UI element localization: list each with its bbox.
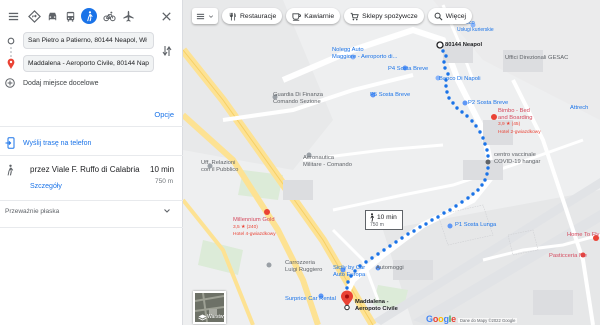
send-to-phone-label: Wyślij trasę na telefon (23, 139, 92, 147)
list-icon (196, 13, 205, 19)
car-icon[interactable] (45, 9, 59, 23)
add-destination-button[interactable]: Dodaj miejsce docelowe (5, 78, 98, 88)
walking-icon (7, 164, 14, 176)
poi-label[interactable]: P1 Sosta Lunga (455, 222, 496, 229)
directions-panel: San Pietro a Patierno, 80144 Neapol, Wł … (0, 0, 183, 325)
search-icon (434, 12, 443, 20)
transit-icon[interactable] (63, 9, 77, 23)
poi-label[interactable]: Aeronautica Militare - Comando (303, 155, 352, 168)
layers-icon (198, 314, 207, 321)
poi-label[interactable]: centro vaccinale COVID-19 hangar (494, 152, 540, 165)
swap-icon[interactable] (161, 44, 173, 58)
poi-label[interactable]: Automoggi (376, 265, 404, 272)
close-icon[interactable] (159, 9, 173, 23)
route-time: 10 min (150, 165, 175, 174)
more-chip[interactable]: Więcej (427, 8, 473, 24)
add-circle-icon (5, 78, 15, 88)
origin-marker[interactable] (436, 41, 444, 49)
poi-label[interactable]: Bimbo - Bed and Boarding 3,9 ★ (45) Hotel 2… (498, 108, 541, 136)
poi-label[interactable]: Carrozzeria Luigi Ruggiero (285, 260, 322, 273)
callout-time: 10 min (377, 214, 397, 221)
poi-label[interactable]: P4 Sosta Breve (388, 66, 428, 73)
add-destination-label: Dodaj miejsce docelowe (23, 79, 99, 87)
poi-label[interactable]: Uffici Direzionali GESAC (505, 55, 568, 62)
bicycle-icon[interactable] (102, 9, 116, 23)
grocery-chip[interactable]: Sklepy spożywcze (344, 8, 424, 24)
layers-label: Warstwy (207, 314, 226, 320)
poi-label[interactable]: Pasticceria Me (549, 253, 587, 260)
route-distance: 750 m (155, 178, 174, 185)
poi-label[interactable]: Home To Fly (567, 232, 599, 239)
restaurants-chip[interactable]: Restauracje (222, 8, 283, 24)
divider (0, 126, 183, 127)
cafes-chip[interactable]: Kawiarnie (286, 8, 341, 24)
origin-label[interactable]: 80144 Neapol (445, 42, 482, 49)
poi-label[interactable]: Surprice Car Rental (285, 296, 336, 303)
flight-icon[interactable] (121, 9, 135, 23)
cart-icon (350, 12, 359, 20)
poi-label[interactable]: Banco Di Napoli (439, 76, 481, 83)
layers-toggle[interactable]: Warstwy (193, 291, 226, 324)
poi-label[interactable]: Guardia Di Finanza Comando Sezione (273, 92, 323, 105)
poi-label[interactable]: Millennium Gold 3,5 ★ (240) Hotel 4-gwiazd… (233, 217, 276, 239)
chevron-down-icon[interactable] (163, 207, 171, 215)
route-connector-icon (7, 37, 15, 69)
divider (0, 200, 183, 201)
map-category-bar: Restauracje Kawiarnie Sklepy spożywcze W… (192, 8, 473, 25)
poi-label[interactable]: P2 Sosta Breve (468, 100, 508, 107)
best-route-icon[interactable] (27, 9, 41, 23)
origin-input[interactable]: San Pietro a Patierno, 80144 Neapol, Wł (23, 32, 154, 49)
map-canvas[interactable]: UniscoUsługi kurierskie 80144 Neapol Nol… (183, 0, 600, 325)
cafe-icon (292, 12, 302, 21)
details-link[interactable]: Szczegóły (30, 183, 62, 190)
walking-icon[interactable] (81, 8, 97, 24)
restaurants-label: Restauracje (240, 12, 277, 20)
restaurant-icon (229, 12, 236, 21)
poi-label[interactable]: Nolegg Auto Maggiore - Aeroporto di... (332, 47, 397, 60)
elevation-summary: Przeważnie płaska (5, 208, 60, 215)
poi-label[interactable]: P5 Sosta Breve (370, 92, 410, 99)
send-to-phone-button[interactable]: Wyślij trasę na telefon (5, 137, 91, 149)
route-title: przez Viale F. Ruffo di Calabria (30, 165, 140, 174)
poi-label[interactable]: Attrech (570, 105, 588, 112)
send-to-phone-icon (5, 137, 15, 149)
travel-mode-bar (0, 0, 183, 33)
route-duration-callout[interactable]: 10 min 750 m (365, 210, 403, 230)
divider (0, 227, 183, 228)
options-link[interactable]: Opcje (154, 110, 174, 119)
poi-label[interactable]: Sicily by Car Auto Europa (333, 265, 365, 278)
google-logo: Google (426, 314, 456, 324)
destination-input[interactable]: Maddalena - Aeroporto Civile, 80144 Nap (23, 55, 154, 72)
divider (0, 155, 183, 156)
destination-label[interactable]: Maddalena - Aeropoto Civile (355, 299, 398, 312)
poi-label[interactable]: Uff. Relazioni con il Pubblico (201, 160, 238, 173)
grocery-label: Sklepy spożywcze (362, 12, 418, 20)
more-label: Więcej (445, 12, 467, 20)
menu-icon[interactable] (6, 9, 20, 23)
chevron-down-icon (208, 14, 214, 18)
walking-icon (370, 213, 375, 222)
layers-menu-button[interactable] (192, 8, 218, 24)
map-attribution: Dane do Mapy ©2022 Google (458, 318, 518, 323)
cafes-label: Kawiarnie (304, 12, 335, 20)
callout-distance: 750 m (370, 222, 384, 228)
